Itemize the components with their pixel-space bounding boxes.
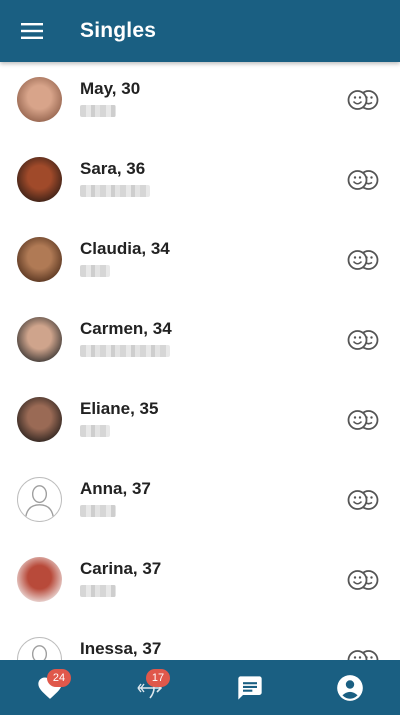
- match-faces-icon: [347, 170, 379, 190]
- blurred-location: [80, 585, 116, 597]
- match-faces-icon: [347, 90, 379, 110]
- list-item[interactable]: Carmen, 34: [0, 302, 400, 382]
- nav-messages[interactable]: [200, 660, 300, 715]
- list-item[interactable]: May, 30: [0, 62, 400, 142]
- single-info: Claudia, 34: [80, 239, 170, 277]
- blurred-location: [80, 185, 150, 197]
- app-bar: Singles: [0, 0, 400, 62]
- nav-matches[interactable]: 17: [100, 660, 200, 715]
- single-name: Eliane, 35: [80, 399, 159, 418]
- match-button[interactable]: [346, 569, 380, 591]
- match-button[interactable]: [346, 649, 380, 660]
- person-outline-icon: [31, 645, 48, 660]
- app-root: Singles May, 30 Sara, 36 Claudia, 34 Carmen…: [0, 0, 400, 715]
- match-faces-icon: [347, 650, 379, 660]
- avatar[interactable]: [17, 77, 62, 122]
- avatar[interactable]: [17, 557, 62, 602]
- blurred-location: [80, 505, 116, 517]
- single-info: Anna, 37: [80, 479, 151, 517]
- single-name: Sara, 36: [80, 159, 146, 178]
- blurred-location: [80, 425, 110, 437]
- single-name: Inessa, 37: [80, 639, 162, 658]
- single-name: Carmen, 34: [80, 319, 172, 338]
- list-item[interactable]: Claudia, 34: [0, 222, 400, 302]
- avatar[interactable]: [17, 237, 62, 282]
- chat-icon: [238, 675, 262, 700]
- nav-profile[interactable]: [300, 660, 400, 715]
- bottom-navigation: 24 17: [0, 660, 400, 715]
- match-faces-icon: [347, 490, 379, 510]
- list-item[interactable]: Anna, 37: [0, 462, 400, 542]
- single-info: Carina, 37: [80, 559, 161, 597]
- single-name: Claudia, 34: [80, 239, 170, 258]
- match-button[interactable]: [346, 489, 380, 511]
- match-faces-icon: [347, 570, 379, 590]
- match-button[interactable]: [346, 89, 380, 111]
- single-info: Sara, 36: [80, 159, 150, 197]
- avatar[interactable]: [17, 157, 62, 202]
- single-info: Eliane, 35: [80, 399, 158, 437]
- list-item[interactable]: Carina, 37: [0, 542, 400, 622]
- single-name: Carina, 37: [80, 559, 162, 578]
- match-faces-icon: [347, 330, 379, 350]
- match-button[interactable]: [346, 329, 380, 351]
- blurred-location: [80, 345, 170, 357]
- match-faces-icon: [347, 250, 379, 270]
- list-item[interactable]: Eliane, 35: [0, 382, 400, 462]
- matches-badge: 17: [146, 669, 170, 687]
- avatar[interactable]: [17, 317, 62, 362]
- menu-button[interactable]: [2, 7, 62, 55]
- account-icon: [337, 674, 363, 701]
- blurred-location: [80, 265, 110, 277]
- match-button[interactable]: [346, 169, 380, 191]
- match-button[interactable]: [346, 249, 380, 271]
- single-info: Carmen, 34: [80, 319, 172, 357]
- list-item[interactable]: Sara, 36: [0, 142, 400, 222]
- avatar[interactable]: [17, 397, 62, 442]
- hamburger-menu-icon: [21, 23, 43, 39]
- match-faces-icon: [347, 410, 379, 430]
- avatar-placeholder[interactable]: [17, 637, 62, 660]
- nav-likes[interactable]: 24: [0, 660, 100, 715]
- avatar-placeholder[interactable]: [17, 477, 62, 522]
- likes-badge: 24: [47, 669, 71, 687]
- single-name: May, 30: [80, 79, 141, 98]
- match-button[interactable]: [346, 409, 380, 431]
- list-item[interactable]: Inessa, 37: [0, 622, 400, 660]
- person-outline-icon: [25, 485, 54, 517]
- single-info: Inessa, 37: [80, 639, 161, 660]
- single-name: Anna, 37: [80, 479, 151, 498]
- singles-list[interactable]: May, 30 Sara, 36 Claudia, 34 Carmen, 34 Elia…: [0, 62, 400, 660]
- single-info: May, 30: [80, 79, 140, 117]
- blurred-location: [80, 105, 116, 117]
- page-title: Singles: [80, 19, 157, 42]
